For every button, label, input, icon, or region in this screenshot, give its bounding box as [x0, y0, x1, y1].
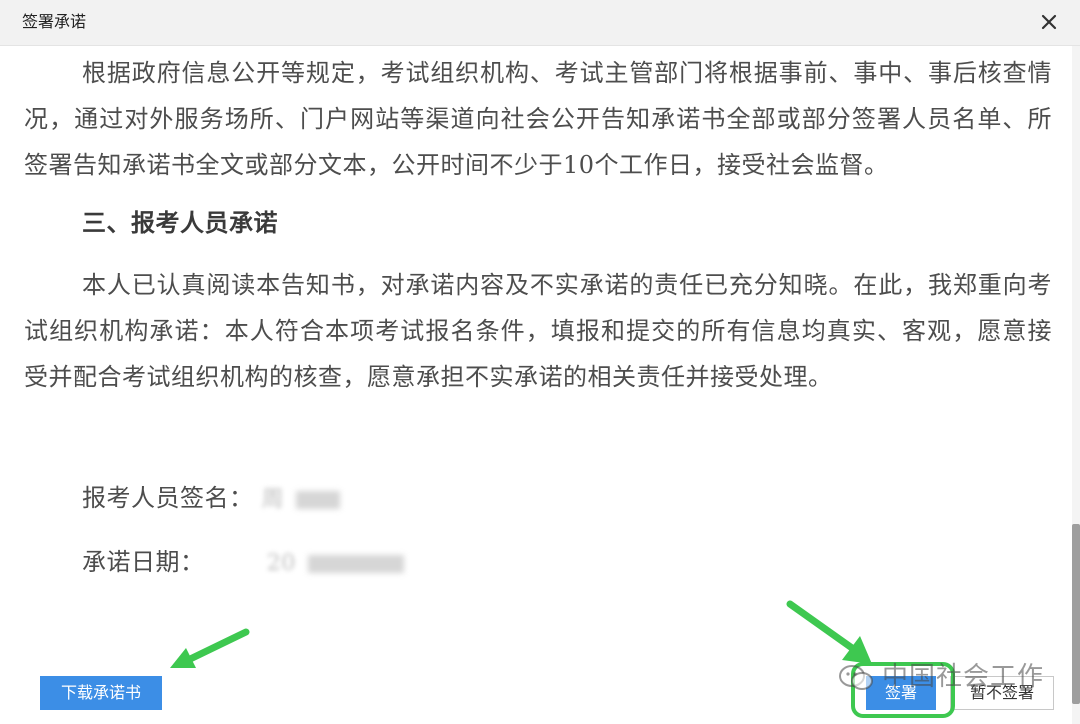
commitment-content: 根据政府信息公开等规定，考试组织机构、考试主管部门将根据事前、事中、事后核查情况… [24, 50, 1052, 650]
sign-commitment-dialog: 签署承诺 根据政府信息公开等规定，考试组织机构、考试主管部门将根据事前、事中、事… [0, 0, 1080, 724]
dialog-titlebar: 签署承诺 [0, 0, 1080, 46]
signature-value: 周 [261, 486, 285, 512]
scrollbar[interactable] [1072, 46, 1080, 724]
close-icon [1041, 14, 1057, 30]
applicant-commitment-paragraph: 本人已认真阅读本告知书，对承诺内容及不实承诺的责任已充分知晓。在此，我郑重向考试… [24, 271, 1052, 391]
dialog-title: 签署承诺 [22, 12, 87, 31]
section-heading: 三、报考人员承诺 [82, 209, 278, 237]
signature-row: 报考人员签名： 周 [82, 478, 341, 520]
sign-button[interactable]: 签署 [866, 676, 936, 710]
disclosure-paragraph: 根据政府信息公开等规定，考试组织机构、考试主管部门将根据事前、事中、事后核查情况… [24, 59, 1052, 179]
download-commitment-button[interactable]: 下载承诺书 [40, 676, 162, 710]
signature-label: 报考人员签名： [82, 484, 254, 512]
not-sign-button[interactable]: 暂不签署 [950, 676, 1054, 710]
date-redaction [307, 554, 404, 573]
close-button[interactable] [1038, 11, 1060, 33]
date-row: 承诺日期： 20 [82, 542, 404, 584]
date-label: 承诺日期： [82, 548, 205, 576]
signature-redaction [296, 490, 341, 509]
date-value: 20 [266, 550, 296, 576]
scrollbar-thumb[interactable] [1072, 524, 1080, 704]
